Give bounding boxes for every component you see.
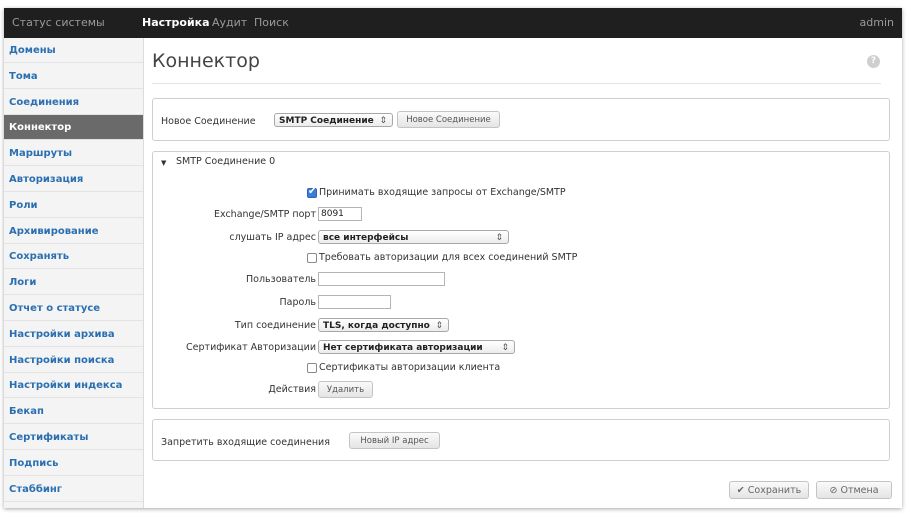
sidebar-item-certificates[interactable]: Сертификаты xyxy=(4,425,143,450)
require-auth-label: Требовать авторизации для всех соединени… xyxy=(319,252,578,263)
auth-certificate-label: Сертификат Авторизации xyxy=(186,342,316,353)
sidebar-item-index-settings[interactable]: Настройки индекса xyxy=(4,373,143,399)
password-label: Пароль xyxy=(279,297,316,308)
tab-search[interactable]: Поиск xyxy=(254,8,289,38)
tls-mode-value: TLS, когда доступно xyxy=(323,321,430,331)
actions-label: Действия xyxy=(268,384,316,395)
accept-incoming-checkbox[interactable] xyxy=(307,186,317,198)
help-icon[interactable]: ? xyxy=(867,55,880,68)
listen-ip-label: слушать IP адрес xyxy=(229,232,316,243)
app-window: Статус системы Настройка Аудит Поиск adm… xyxy=(4,8,902,508)
cancel-icon: ⊘ xyxy=(829,485,838,496)
sidebar-item-volumes[interactable]: Тома xyxy=(4,64,143,89)
new-connection-button[interactable]: Новое Соединение xyxy=(397,111,500,128)
sidebar-item-status-report[interactable]: Отчет о статусе xyxy=(4,296,143,321)
sidebar-item-signature[interactable]: Подпись xyxy=(4,451,143,476)
auth-certificate-select[interactable]: Нет сертификата авторизации ⇕ xyxy=(318,340,515,354)
delete-button[interactable]: Удалить xyxy=(318,381,373,398)
sidebar-item-retention[interactable]: Сохранять xyxy=(4,244,143,270)
user-label: Пользователь xyxy=(246,274,316,285)
require-auth-checkbox[interactable] xyxy=(307,253,317,263)
cancel-label: Отмена xyxy=(840,485,879,496)
connection-type-label: Тип соединение xyxy=(234,320,316,331)
save-button[interactable]: ✔ Сохранить xyxy=(729,481,809,499)
title-divider xyxy=(152,83,881,84)
sidebar-item-domains[interactable]: Домены xyxy=(4,38,143,63)
smtp-connection-header[interactable]: SMTP Соединение 0 xyxy=(176,156,275,167)
sidebar-item-logs[interactable]: Логи xyxy=(4,270,143,296)
auth-certificate-value: Нет сертификата авторизации xyxy=(323,343,483,353)
sidebar-item-stubbing[interactable]: Стаббинг xyxy=(4,477,143,502)
tab-system-status[interactable]: Статус системы xyxy=(12,8,105,38)
sidebar-item-roles[interactable]: Роли xyxy=(4,193,143,218)
sidebar-item-connections[interactable]: Соединения xyxy=(4,90,143,115)
client-cert-checkbox[interactable] xyxy=(307,363,317,373)
tab-settings[interactable]: Настройка xyxy=(142,8,210,38)
password-input[interactable] xyxy=(318,295,391,309)
smtp-connection-panel: ▼ SMTP Соединение 0 Принимать входящие з… xyxy=(152,151,890,409)
new-ip-button[interactable]: Новый IP адрес xyxy=(349,432,440,449)
user-menu[interactable]: admin xyxy=(860,8,894,38)
sidebar-item-archive-settings[interactable]: Настройки архива xyxy=(4,322,143,347)
listen-ip-value: все интерфейсы xyxy=(323,233,409,243)
new-connection-label: Новое Соединение xyxy=(161,116,256,127)
sidebar-item-routes[interactable]: Маршруты xyxy=(4,141,143,167)
deny-incoming-label: Запретить входящие соединения xyxy=(161,437,330,448)
port-input[interactable]: 8091 xyxy=(318,207,362,221)
tab-audit[interactable]: Аудит xyxy=(212,8,247,38)
connection-type-select[interactable]: SMTP Соединение ⇕ xyxy=(274,113,393,127)
select-arrows-icon: ⇕ xyxy=(435,321,443,331)
top-navigation: Статус системы Настройка Аудит Поиск adm… xyxy=(4,8,902,38)
main-content: Коннектор ? Новое Соединение SMTP Соедин… xyxy=(144,38,902,508)
sidebar-item-authorization[interactable]: Авторизация xyxy=(4,167,143,192)
port-label: Exchange/SMTP порт xyxy=(214,209,316,220)
sidebar-item-archiving[interactable]: Архивирование xyxy=(4,219,143,244)
deny-incoming-panel: Запретить входящие соединения Новый IP а… xyxy=(152,419,890,461)
listen-ip-select[interactable]: все интерфейсы ⇕ xyxy=(318,230,509,244)
accept-incoming-label: Принимать входящие запросы от Exchange/S… xyxy=(319,187,566,198)
client-cert-label: Сертификаты авторизации клиента xyxy=(319,362,501,373)
tls-mode-select[interactable]: TLS, когда доступно ⇕ xyxy=(318,318,449,332)
cancel-button[interactable]: ⊘ Отмена xyxy=(816,481,892,499)
check-icon: ✔ xyxy=(736,485,745,496)
page-title: Коннектор xyxy=(152,50,260,72)
select-arrows-icon: ⇕ xyxy=(501,343,509,353)
user-input[interactable] xyxy=(318,272,445,286)
sidebar-item-search-settings[interactable]: Настройки поиска xyxy=(4,348,143,373)
new-connection-panel: Новое Соединение SMTP Соединение ⇕ Новое… xyxy=(152,98,890,141)
collapse-triangle-icon[interactable]: ▼ xyxy=(161,159,166,167)
sidebar: Домены Тома Соединения Коннектор Маршрут… xyxy=(4,38,144,508)
save-label: Сохранить xyxy=(747,485,802,496)
select-arrows-icon: ⇕ xyxy=(495,233,503,243)
sidebar-item-backup[interactable]: Бекап xyxy=(4,399,143,425)
select-arrows-icon: ⇕ xyxy=(379,116,387,126)
connection-type-value: SMTP Соединение xyxy=(279,116,374,126)
sidebar-item-connector[interactable]: Коннектор xyxy=(4,115,143,141)
